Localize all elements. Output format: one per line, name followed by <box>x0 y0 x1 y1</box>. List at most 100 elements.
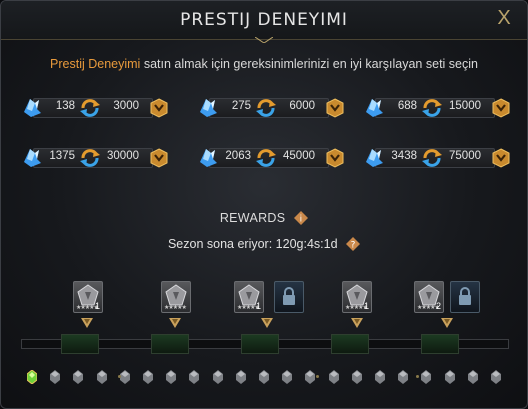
prestige-xp-icon <box>492 148 510 168</box>
gem-icon <box>189 370 200 384</box>
crystal-icon <box>24 149 41 167</box>
prestige-dialog: PRESTIJ DENEYIMI X Prestij Deneyimi satı… <box>0 0 528 409</box>
gem-icon <box>467 370 478 384</box>
subtitle-accent: Prestij Deneyimi <box>50 57 141 71</box>
help-icon[interactable]: ? <box>346 237 361 251</box>
separator-dot <box>316 375 319 378</box>
info-icon[interactable]: i <box>294 211 309 225</box>
exchange-icon <box>422 149 442 167</box>
crystal-icon <box>366 149 383 167</box>
reward-slot[interactable]: ★★★★★ <box>161 281 191 313</box>
reward-slot[interactable]: ★★★★★ 2 <box>414 281 444 313</box>
milestone-marker-icon <box>169 318 181 328</box>
crystal-icon <box>200 149 217 167</box>
gem-icon <box>96 370 107 384</box>
xp-amount: 45000 <box>283 150 315 162</box>
gem-icon <box>351 370 362 384</box>
track-segment <box>151 334 189 354</box>
close-icon[interactable]: X <box>493 7 515 29</box>
gem-icon <box>282 370 293 384</box>
crystal-icon <box>24 99 41 117</box>
gem-icon <box>143 370 153 384</box>
gem-icon <box>398 370 409 384</box>
reward-count: 1 <box>255 301 261 311</box>
track-segment <box>421 334 459 354</box>
svg-text:i: i <box>300 215 303 225</box>
gem-icon <box>375 370 385 384</box>
bundle-option[interactable]: 2063 45000 <box>197 147 347 169</box>
gem-icon <box>305 370 316 384</box>
subtitle: Prestij Deneyimi satın almak için gereks… <box>1 57 527 71</box>
season-countdown: Sezon sona eriyor: 120g:4s:1d ? <box>1 237 527 251</box>
lock-icon <box>283 287 295 305</box>
gem-icon <box>421 370 432 384</box>
lock-icon <box>459 287 471 305</box>
reward-count: 1 <box>363 301 369 311</box>
gem-icon <box>235 370 246 384</box>
gem-icon <box>166 370 177 384</box>
prestige-xp-icon <box>150 148 168 168</box>
milestone-marker-icon <box>441 318 453 328</box>
locked-reward-slot[interactable] <box>450 281 480 313</box>
separator-dot <box>118 375 121 378</box>
exchange-icon <box>256 99 276 117</box>
bundle-option[interactable]: 3438 75000 <box>363 147 513 169</box>
xp-amount: 6000 <box>289 100 315 112</box>
crystal-icon <box>366 99 383 117</box>
gem-icon <box>491 370 501 384</box>
milestone-marker-icon <box>81 318 93 328</box>
gem-icon <box>119 370 130 384</box>
crystal-cost: 2063 <box>225 150 251 162</box>
header-notch-icon <box>255 37 273 43</box>
bundle-option[interactable]: 1375 30000 <box>21 147 171 169</box>
milestone-marker-icon <box>351 318 363 328</box>
season-text: Sezon sona eriyor: 120g:4s:1d <box>167 237 338 251</box>
gem-icon <box>444 370 455 384</box>
rewards-label: REWARDS <box>219 211 286 225</box>
exchange-icon <box>256 149 276 167</box>
reward-slot[interactable]: ★★★★★ 1 <box>234 281 264 313</box>
dialog-title: PRESTIJ DENEYIMI <box>180 10 348 30</box>
crystal-cost: 688 <box>397 100 417 112</box>
reward-count: 1 <box>94 301 100 311</box>
reward-slot[interactable]: ★★★★★ 1 <box>73 281 103 313</box>
crystal-cost: 138 <box>55 100 75 112</box>
crystal-cost: 3438 <box>391 150 417 162</box>
xp-amount: 30000 <box>107 150 139 162</box>
track-segment <box>331 334 369 354</box>
exchange-icon <box>422 99 442 117</box>
bundle-option[interactable]: 688 15000 <box>363 97 513 119</box>
prestige-xp-icon <box>326 148 344 168</box>
crystal-cost: 275 <box>231 100 251 112</box>
track-segment <box>61 334 99 354</box>
track-segment <box>241 334 279 354</box>
prestige-xp-icon <box>492 98 510 118</box>
locked-reward-slot[interactable] <box>274 281 304 313</box>
xp-amount: 3000 <box>113 100 139 112</box>
gem-icon <box>73 370 84 384</box>
reward-stars: ★★★★★ <box>164 305 187 311</box>
bundle-option[interactable]: 275 6000 <box>197 97 347 119</box>
reward-slot[interactable]: ★★★★★ 1 <box>342 281 372 313</box>
bundle-option[interactable]: 138 3000 <box>21 97 171 119</box>
prestige-xp-icon <box>150 98 168 118</box>
crystal-icon <box>200 99 217 117</box>
xp-amount: 15000 <box>449 100 481 112</box>
active-gem-icon <box>27 370 37 384</box>
xp-amount: 75000 <box>449 150 481 162</box>
svg-text:?: ? <box>351 241 356 251</box>
prestige-xp-icon <box>326 98 344 118</box>
reward-count: 2 <box>435 301 441 311</box>
crystal-cost: 1375 <box>49 150 75 162</box>
milestone-marker-icon <box>261 318 273 328</box>
rewards-header: REWARDS i <box>1 211 527 225</box>
gem-icon <box>212 370 223 384</box>
exchange-icon <box>80 99 100 117</box>
gem-icon <box>259 370 269 384</box>
gem-icon <box>50 370 61 384</box>
dialog-header: PRESTIJ DENEYIMI X <box>1 1 527 43</box>
separator-dot <box>416 375 419 378</box>
subtitle-text: satın almak için gereksinimlerinizi en i… <box>143 57 478 71</box>
exchange-icon <box>80 149 100 167</box>
gem-icon <box>328 370 339 384</box>
